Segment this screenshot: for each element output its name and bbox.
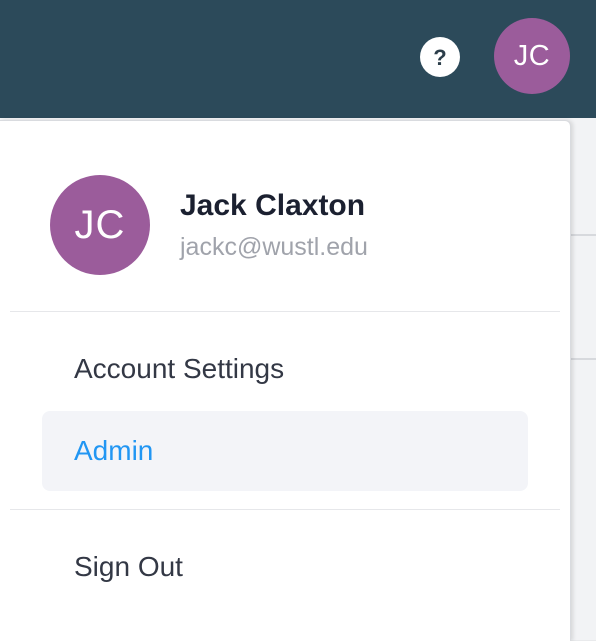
user-menu-dropdown: JC Jack Claxton jackc@wustl.edu Account … (0, 120, 571, 641)
sign-out-menu-item[interactable]: Sign Out (42, 527, 528, 607)
background-divider (570, 234, 596, 236)
top-navigation-bar: ? JC (0, 0, 596, 118)
profile-name: Jack Claxton (180, 189, 366, 222)
menu-divider (10, 311, 560, 312)
background-divider (570, 358, 596, 360)
question-circle-icon: ? (420, 37, 460, 77)
profile-avatar-initials: JC (74, 202, 126, 247)
profile-email: jackc@wustl.edu (180, 233, 368, 261)
sign-out-label: Sign Out (74, 551, 183, 582)
admin-menu-item[interactable]: Admin (42, 411, 528, 491)
user-avatar-button[interactable]: JC (494, 18, 570, 94)
account-settings-menu-item[interactable]: Account Settings (42, 329, 528, 409)
svg-text:?: ? (433, 45, 446, 70)
menu-divider (10, 509, 560, 510)
user-avatar-initials: JC (513, 39, 551, 72)
help-button[interactable]: ? (420, 37, 460, 77)
account-settings-label: Account Settings (74, 353, 285, 384)
profile-avatar: JC (50, 175, 150, 275)
admin-label: Admin (74, 435, 154, 466)
